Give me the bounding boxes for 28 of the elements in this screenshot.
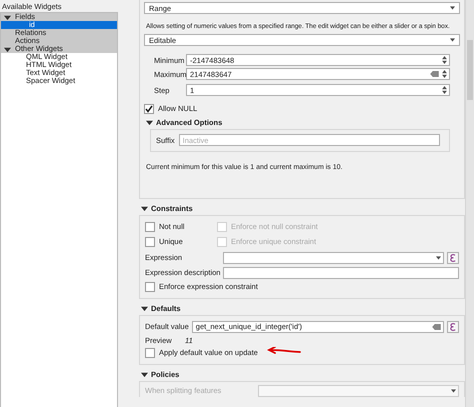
annotation-arrow — [267, 347, 301, 355]
checkbox[interactable] — [145, 222, 155, 232]
caret-icon — [450, 6, 455, 10]
checkbox[interactable] — [145, 348, 155, 358]
collapse-arrow-icon[interactable] — [146, 118, 153, 126]
checkbox[interactable] — [145, 282, 155, 292]
caret-icon — [436, 256, 441, 260]
clear-icon[interactable] — [430, 71, 439, 77]
spin-arrows-icon[interactable] — [442, 70, 447, 78]
collapse-arrow-icon[interactable] — [141, 304, 148, 312]
epsilon-icon — [450, 254, 456, 262]
spin-arrows-icon[interactable] — [442, 86, 447, 94]
expression-button[interactable] — [447, 252, 459, 264]
caret-icon — [451, 388, 456, 392]
clear-icon[interactable] — [432, 324, 441, 330]
expression-field[interactable] — [223, 252, 444, 264]
caret-icon — [450, 38, 455, 42]
expand-arrow-icon[interactable] — [4, 46, 11, 52]
expand-arrow-icon[interactable] — [4, 14, 11, 20]
collapse-arrow-icon[interactable] — [141, 204, 148, 212]
expression-description-field[interactable] — [223, 266, 459, 278]
scrollbar[interactable] — [465, 0, 474, 407]
collapse-arrow-icon[interactable] — [141, 370, 148, 378]
checkbox[interactable] — [145, 236, 155, 246]
epsilon-icon — [450, 322, 456, 330]
checkbox[interactable] — [144, 104, 154, 114]
spin-arrows-icon[interactable] — [442, 56, 447, 64]
expression-button[interactable] — [447, 320, 459, 332]
